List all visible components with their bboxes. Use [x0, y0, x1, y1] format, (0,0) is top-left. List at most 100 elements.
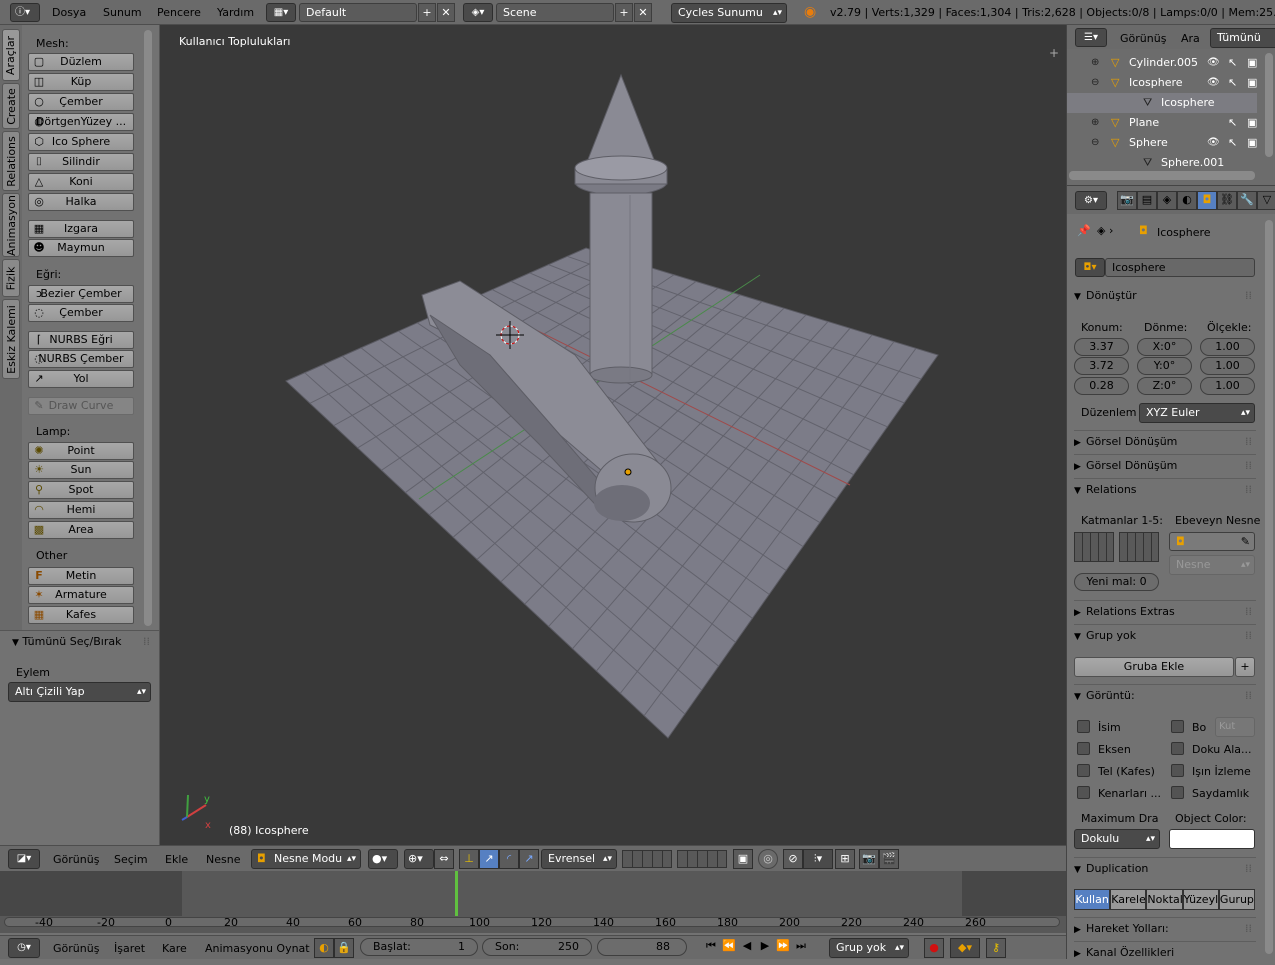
select-arrow-icon[interactable]: ↖: [1228, 133, 1237, 153]
keyframe-type-icon[interactable]: ◆▾: [950, 938, 980, 958]
properties-editor-type[interactable]: ⚙▾: [1075, 191, 1107, 210]
record-icon[interactable]: ●: [924, 938, 944, 958]
layers-tab-icon[interactable]: ▤: [1137, 191, 1157, 210]
menu-gorunus[interactable]: Görünüş: [53, 853, 99, 866]
panel-duplication-header[interactable]: ▼ Duplication ⁞⁞: [1074, 857, 1256, 879]
select-arrow-icon[interactable]: ↖: [1228, 53, 1237, 73]
menu-nesne[interactable]: Nesne: [206, 853, 240, 866]
render-anim-icon[interactable]: 🎬: [879, 849, 899, 869]
add-cylinder-button[interactable]: ⌷ Silindir: [28, 153, 134, 171]
object-tab-icon[interactable]: ◘: [1197, 191, 1217, 210]
panel-delta-transform-header[interactable]: ▶ Görsel Dönüşüm ⁞⁞: [1074, 430, 1256, 452]
properties-scrollbar[interactable]: [1265, 220, 1273, 954]
rotation-y-field[interactable]: Y:0°: [1137, 357, 1192, 375]
location-y-field[interactable]: 3.72: [1074, 357, 1129, 375]
play-icon[interactable]: ▶: [757, 938, 773, 954]
outliner-menu-ara[interactable]: Ara: [1181, 32, 1200, 45]
max-draw-select[interactable]: Dokulu ▴▾: [1074, 829, 1160, 849]
layout-add-icon[interactable]: +: [418, 3, 436, 22]
add-lattice-button[interactable]: ▦ Kafes: [28, 606, 134, 624]
scene-tab-icon[interactable]: ◈: [1157, 191, 1177, 210]
rotate-manipulator[interactable]: ◜: [499, 849, 519, 869]
show-texture-space-checkbox[interactable]: [1171, 742, 1184, 755]
add-group-plus-icon[interactable]: +: [1235, 657, 1255, 677]
draw-curve-button[interactable]: ✎ Draw Curve: [28, 397, 134, 415]
location-z-field[interactable]: 0.28: [1074, 377, 1129, 395]
outliner-vscroll[interactable]: [1265, 53, 1273, 157]
data-tab-icon[interactable]: ▽: [1257, 191, 1275, 210]
current-frame-line[interactable]: [455, 871, 458, 916]
show-xray-checkbox[interactable]: [1171, 764, 1184, 777]
render-image-icon[interactable]: 📷: [859, 849, 879, 869]
dupli-frames-tab[interactable]: Karele: [1110, 889, 1147, 910]
add-area-lamp-button[interactable]: ▩ Area: [28, 521, 134, 539]
visibility-eye-icon[interactable]: 👁: [1207, 133, 1220, 153]
snap-icon[interactable]: ⊘: [783, 849, 803, 869]
world-tab-icon[interactable]: ◐: [1177, 191, 1197, 210]
outliner-menu-gorunus[interactable]: Görünüş: [1120, 32, 1166, 45]
operator-panel-header[interactable]: ▼ Tümünü Seç/Bırak ⁞⁞: [0, 631, 160, 653]
viewport-3d[interactable]: Kullanıcı Toplulukları y x (88) Icospher…: [160, 25, 1066, 845]
visibility-eye-icon[interactable]: 👁: [1207, 73, 1220, 93]
outliner-row[interactable]: ⊖ ▽ Icosphere 👁 ↖ ▣: [1067, 73, 1257, 93]
menu-secim[interactable]: Seçim: [114, 853, 148, 866]
timeline-menu-isaret[interactable]: İşaret: [114, 942, 145, 955]
add-torus-button[interactable]: ◎ Halka: [28, 193, 134, 211]
panel-transform-header[interactable]: ▼ Dönüştür ⁞⁞: [1074, 285, 1256, 307]
scene-add-icon[interactable]: +: [615, 3, 633, 22]
proportional-edit-icon[interactable]: ◎: [758, 849, 778, 869]
show-all-edges-checkbox[interactable]: [1077, 786, 1090, 799]
add-circle-button[interactable]: ○ Çember: [28, 93, 134, 111]
jump-start-icon[interactable]: ⏮: [703, 938, 719, 954]
render-camera-icon[interactable]: ▣: [1247, 133, 1257, 153]
render-camera-icon[interactable]: ▣: [1247, 113, 1257, 133]
translate-manipulator[interactable]: ⊥: [459, 849, 479, 869]
render-engine-select[interactable]: Cycles Sunumu ▴▾: [671, 3, 787, 23]
dupli-faces-tab[interactable]: Yüzeyl: [1182, 889, 1219, 910]
tab-relations[interactable]: Relations: [2, 131, 20, 191]
dupli-verts-tab[interactable]: Noktal: [1146, 889, 1183, 910]
show-wire-checkbox[interactable]: [1077, 764, 1090, 777]
add-text-button[interactable]: F Metin: [28, 567, 134, 585]
snap-element-icon[interactable]: ⫶▾: [803, 849, 833, 869]
add-armature-button[interactable]: ✶ Armature: [28, 586, 134, 604]
layout-close-icon[interactable]: ✕: [437, 3, 455, 22]
scene-close-icon[interactable]: ✕: [634, 3, 652, 22]
menu-pencere[interactable]: Pencere: [157, 6, 201, 19]
snap-target-icon[interactable]: ⊞: [835, 849, 855, 869]
scene-icon[interactable]: ◈▾: [463, 3, 493, 22]
panel-motion-paths-header[interactable]: ▶ Hareket Yolları: ⁞⁞: [1074, 917, 1256, 939]
add-spot-lamp-button[interactable]: ⚲ Spot: [28, 481, 134, 499]
prev-keyframe-icon[interactable]: ⏪: [721, 938, 737, 954]
info-editor-button[interactable]: ⓘ▾: [10, 3, 40, 22]
menu-dosya[interactable]: Dosya: [52, 6, 86, 19]
current-frame-field[interactable]: 88: [597, 938, 687, 956]
shading-select[interactable]: ●▾: [368, 849, 398, 869]
add-nurbs-circle-button[interactable]: ◌ NURBS Çember: [28, 350, 134, 368]
add-nurbs-curve-button[interactable]: ⌈ NURBS Eğri: [28, 331, 134, 349]
menu-ekle[interactable]: Ekle: [165, 853, 188, 866]
tab-araclar[interactable]: Araçlar: [2, 29, 20, 81]
add-cube-button[interactable]: ◫ Küp: [28, 73, 134, 91]
location-x-field[interactable]: 3.37: [1074, 338, 1129, 356]
orientation-select[interactable]: Evrensel ▴▾: [541, 849, 617, 869]
preview-range-icon[interactable]: ◐: [314, 938, 334, 958]
panel-custom-props-header[interactable]: ▶ Kanal Özellikleri: [1074, 941, 1256, 963]
dupli-none-tab[interactable]: Kullan: [1074, 889, 1111, 910]
select-arrow-icon[interactable]: ↖: [1228, 73, 1237, 93]
end-frame-field[interactable]: Son: 250: [482, 938, 592, 956]
add-path-button[interactable]: ↗ Yol: [28, 370, 134, 388]
show-axis-checkbox[interactable]: [1077, 742, 1090, 755]
scale-z-field[interactable]: 1.00: [1200, 377, 1255, 395]
outliner-editor-type[interactable]: ☰▾: [1075, 28, 1107, 47]
scale-manipulator[interactable]: ↗: [519, 849, 539, 869]
add-monkey-button[interactable]: ☻ Maymun: [28, 239, 134, 257]
object-color-swatch[interactable]: [1169, 829, 1255, 849]
timeline-menu-kare[interactable]: Kare: [162, 942, 187, 955]
outliner-display-mode[interactable]: Tümünü No: [1210, 28, 1275, 48]
layout-icon[interactable]: ▦▾: [266, 3, 296, 22]
lock-icon[interactable]: 🔒: [334, 938, 354, 958]
pass-index-field[interactable]: Yeni mal: 0: [1074, 573, 1159, 591]
panel-relations-header[interactable]: ▼ Relations ⁞⁞: [1074, 478, 1256, 500]
expand-icon[interactable]: ⊖: [1091, 133, 1099, 153]
